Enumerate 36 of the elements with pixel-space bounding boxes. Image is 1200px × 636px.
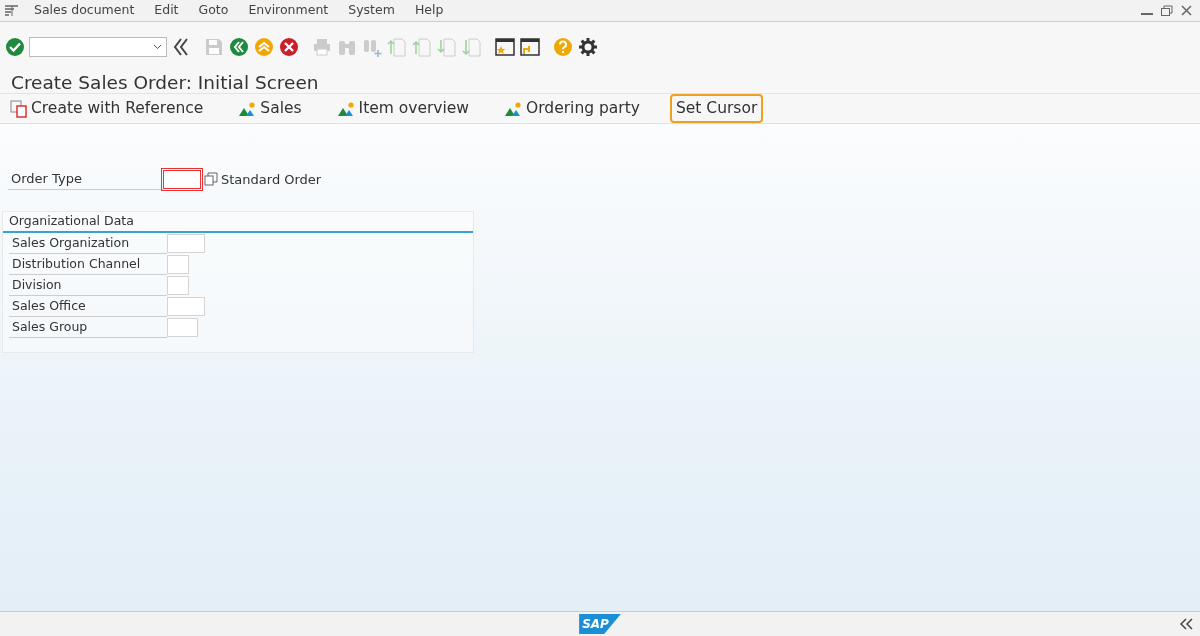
cancel-icon[interactable] <box>278 36 300 58</box>
toolbar-button[interactable]: Ordering party <box>499 93 646 124</box>
menu-icon[interactable] <box>4 4 20 17</box>
field-description: Standard Order <box>221 170 322 189</box>
menu-item[interactable]: Sales document <box>24 1 145 20</box>
menu-item[interactable]: Environment <box>238 1 339 20</box>
menu-item[interactable]: Edit <box>144 1 189 20</box>
toolbar-button[interactable]: Sales <box>233 93 308 124</box>
settings-icon[interactable] <box>577 36 599 58</box>
value-help-icon[interactable] <box>204 172 218 187</box>
dropdown-icon[interactable] <box>153 44 162 50</box>
menu-item[interactable]: System <box>338 1 405 20</box>
menu-item[interactable]: Goto <box>188 1 239 20</box>
screen-title: Create Sales Order: Initial Screen <box>0 66 1200 94</box>
input-field[interactable] <box>167 255 189 275</box>
menu-item[interactable]: Help <box>404 1 454 20</box>
toolbar-button[interactable]: Create with Reference <box>4 93 210 124</box>
mountain-icon <box>337 100 356 117</box>
input-field[interactable] <box>167 297 205 317</box>
back-icon[interactable] <box>228 36 250 58</box>
toolbar-button[interactable]: Set Cursor <box>669 93 764 124</box>
copy-document-icon <box>10 99 28 118</box>
input-field[interactable] <box>167 318 198 338</box>
input-field[interactable] <box>167 234 205 254</box>
input-field[interactable] <box>167 276 189 296</box>
command-field[interactable] <box>29 37 167 57</box>
close-icon[interactable] <box>1181 5 1192 16</box>
toolbar-button[interactable]: Item overview <box>331 93 476 124</box>
group-title: Organizational Data <box>3 211 473 234</box>
order-type-field[interactable] <box>163 169 201 189</box>
sap-logo: SAP <box>579 614 621 634</box>
mountain-icon <box>505 100 524 117</box>
collapse-icon[interactable] <box>1180 618 1194 630</box>
restore-icon[interactable] <box>1161 5 1173 16</box>
mountain-icon <box>239 100 258 117</box>
enter-icon[interactable] <box>5 37 25 57</box>
